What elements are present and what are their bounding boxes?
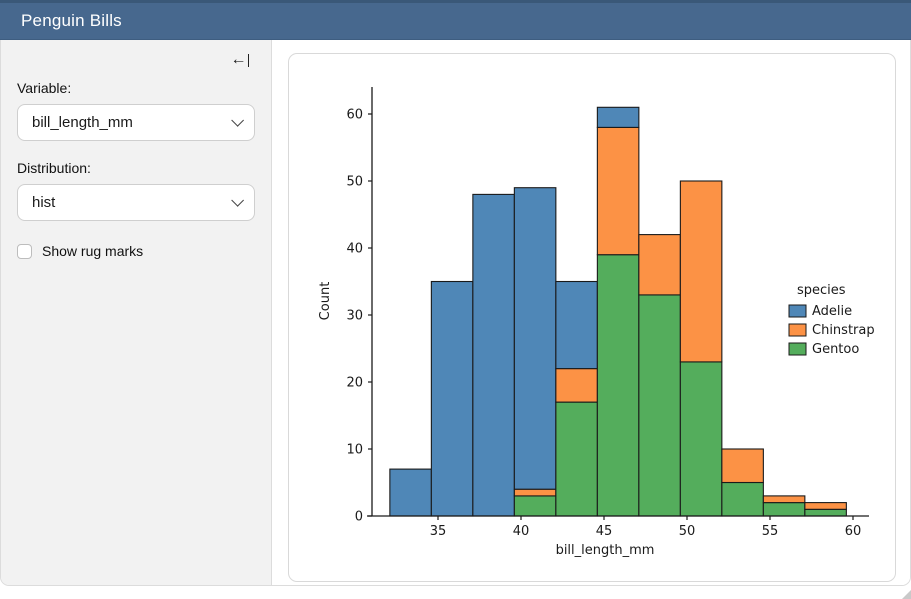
sidebar-layout: ← Variable: bill_length_mm Distribution:… xyxy=(0,40,911,586)
svg-text:55: 55 xyxy=(762,524,779,539)
left-arrow-icon: ← xyxy=(231,52,247,68)
distribution-select-value: hist xyxy=(32,194,55,211)
svg-text:species: species xyxy=(797,283,846,298)
rug-checkbox-row: Show rug marks xyxy=(17,243,255,259)
main-panel: 35 40 45 50 55 60 0 10 20 30 40 50 60 bill_length_mm C… xyxy=(272,40,910,585)
variable-select[interactable]: bill_length_mm xyxy=(17,104,255,141)
svg-text:Count: Count xyxy=(318,282,333,321)
resize-grip-icon[interactable] xyxy=(902,590,911,599)
rug-checkbox-label: Show rug marks xyxy=(42,243,143,259)
sidebar-collapse-button[interactable]: ← xyxy=(231,52,250,68)
plot-card: 35 40 45 50 55 60 0 10 20 30 40 50 60 bill_length_mm C… xyxy=(288,53,896,582)
svg-text:45: 45 xyxy=(596,524,613,539)
variable-label: Variable: xyxy=(17,80,255,96)
svg-text:Gentoo: Gentoo xyxy=(812,342,859,357)
svg-text:30: 30 xyxy=(346,309,363,324)
svg-text:0: 0 xyxy=(355,510,363,525)
svg-text:40: 40 xyxy=(513,524,530,539)
rug-checkbox[interactable] xyxy=(17,244,32,259)
svg-text:20: 20 xyxy=(346,376,363,391)
bar-icon xyxy=(248,54,250,67)
svg-text:bill_length_mm: bill_length_mm xyxy=(556,543,655,558)
svg-text:50: 50 xyxy=(346,175,363,190)
chevron-down-icon xyxy=(231,114,244,127)
variable-select-value: bill_length_mm xyxy=(32,114,133,131)
svg-text:60: 60 xyxy=(845,524,862,539)
sidebar: ← Variable: bill_length_mm Distribution:… xyxy=(1,40,272,585)
chevron-down-icon xyxy=(231,194,244,207)
svg-text:50: 50 xyxy=(679,524,696,539)
app-header: Penguin Bills xyxy=(0,0,911,40)
distribution-label: Distribution: xyxy=(17,160,255,176)
svg-text:60: 60 xyxy=(346,108,363,123)
app-title: Penguin Bills xyxy=(21,11,122,31)
penguin-histogram: 35 40 45 50 55 60 0 10 20 30 40 50 60 bill_length_mm C… xyxy=(289,54,896,582)
distribution-select[interactable]: hist xyxy=(17,184,255,221)
svg-text:Chinstrap: Chinstrap xyxy=(812,323,875,338)
svg-text:35: 35 xyxy=(430,524,447,539)
svg-text:40: 40 xyxy=(346,242,363,257)
svg-text:10: 10 xyxy=(346,443,363,458)
svg-text:Adelie: Adelie xyxy=(812,304,852,319)
